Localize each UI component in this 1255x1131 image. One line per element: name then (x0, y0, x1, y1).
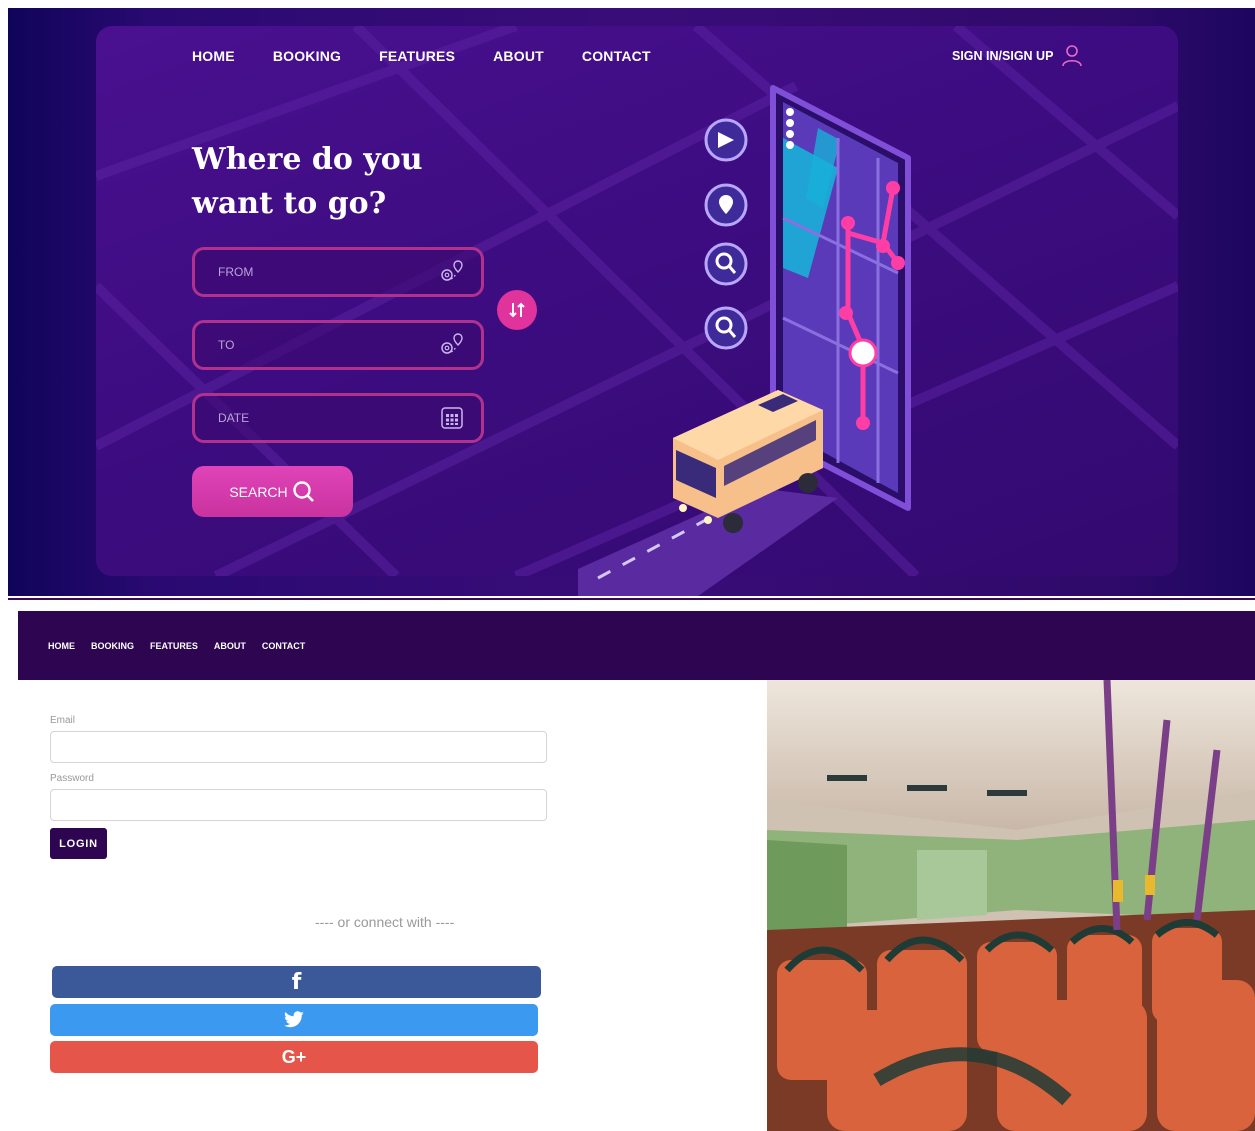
nav2-about[interactable]: ABOUT (214, 641, 246, 651)
facebook-icon: f (291, 969, 302, 995)
password-field[interactable] (50, 789, 547, 821)
nav2-home[interactable]: HOME (48, 641, 75, 651)
email-field[interactable] (50, 731, 547, 763)
to-placeholder: TO (218, 338, 235, 352)
search-label: SEARCH (229, 483, 288, 500)
hero-nav: HOME BOOKING FEATURES ABOUT CONTACT (192, 48, 689, 64)
google-plus-icon: G+ (281, 1046, 307, 1067)
nav-home[interactable]: HOME (192, 48, 235, 64)
page-headline: Where do you want to go? (192, 142, 423, 221)
bus-phone-illustration (578, 85, 911, 596)
password-label: Password (50, 773, 94, 784)
nav-booking[interactable]: BOOKING (273, 48, 341, 64)
twitter-icon (284, 1011, 304, 1028)
twitter-login-button[interactable] (50, 1004, 538, 1036)
search-button[interactable]: SEARCH (192, 466, 353, 517)
bus-interior-image (767, 680, 1255, 1131)
signin-label: SIGN IN/SIGN UP (952, 49, 1054, 63)
nav2-features[interactable]: FEATURES (150, 641, 198, 651)
from-placeholder: FROM (218, 265, 254, 279)
date-placeholder: DATE (218, 411, 250, 425)
login-button[interactable]: LOGIN (50, 828, 107, 859)
calendar-icon (441, 407, 463, 429)
search-icon (292, 480, 314, 502)
swap-button[interactable] (497, 290, 537, 330)
swap-icon (509, 302, 525, 318)
hero-banner: HOME BOOKING FEATURES ABOUT CONTACT SIGN… (8, 8, 1255, 596)
nav-contact[interactable]: CONTACT (582, 48, 651, 64)
nav2-booking[interactable]: BOOKING (91, 641, 134, 651)
nav2-contact[interactable]: CONTACT (262, 641, 305, 651)
location-pin-icon (441, 333, 463, 354)
from-field[interactable]: FROM (192, 247, 484, 297)
nav-features[interactable]: FEATURES (379, 48, 455, 64)
date-field[interactable]: DATE (192, 393, 484, 443)
user-icon (1062, 45, 1083, 67)
email-label: Email (50, 715, 76, 726)
google-plus-login-button[interactable]: G+ (50, 1041, 538, 1073)
bus-interior-photo (767, 680, 1255, 1131)
section-divider (8, 598, 1255, 600)
to-field[interactable]: TO (192, 320, 484, 370)
connect-with-text: ---- or connect with ---- (315, 914, 455, 930)
location-pin-icon (441, 260, 463, 281)
secondary-nav: HOME BOOKING FEATURES ABOUT CONTACT (18, 611, 1255, 680)
nav-about[interactable]: ABOUT (493, 48, 544, 64)
facebook-login-button[interactable]: f (52, 966, 541, 998)
signin-signup-link[interactable]: SIGN IN/SIGN UP (952, 44, 1083, 68)
